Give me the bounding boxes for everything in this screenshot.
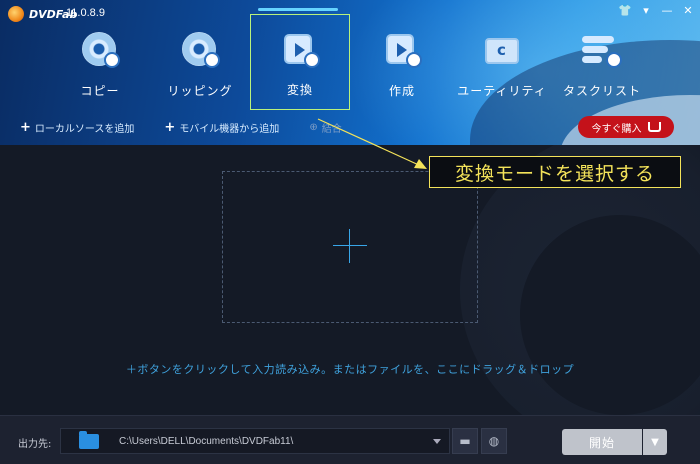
- app-header: DVDFab 11.0.8.9 👕 ▾ — ✕ コピー リッピング 変換 作成 …: [0, 0, 700, 145]
- tab-utility[interactable]: ユーティリティ: [452, 14, 552, 110]
- ripper-disc-icon: [180, 30, 220, 70]
- source-actions: + ローカルソースを追加 + モバイル機器から追加 ⊕ 結合: [20, 120, 342, 135]
- active-tab-indicator: [258, 8, 338, 11]
- chevron-down-icon: ▼: [651, 436, 659, 448]
- tab-label: 変換: [286, 83, 313, 97]
- instruction-callout: 変換モードを選択する: [429, 156, 681, 188]
- tab-creator[interactable]: 作成: [352, 14, 452, 110]
- creator-film-icon: [382, 30, 422, 70]
- tab-copy[interactable]: コピー: [50, 14, 150, 110]
- plus-icon: +: [20, 120, 31, 135]
- action-label: ローカルソースを追加: [34, 124, 135, 135]
- browse-folder-button[interactable]: ▬: [452, 428, 478, 454]
- add-mobile-source-button[interactable]: + モバイル機器から追加: [164, 120, 279, 135]
- tasklist-icon: [582, 30, 622, 70]
- chevron-down-icon[interactable]: [433, 439, 441, 444]
- add-local-source-button[interactable]: + ローカルソースを追加: [20, 120, 134, 135]
- utility-folder-icon: [482, 30, 522, 70]
- output-path-select[interactable]: C:\Users\DELL\Documents\DVDFab11\: [60, 428, 450, 454]
- start-button[interactable]: 開始: [562, 429, 642, 455]
- add-source-plus-icon[interactable]: [333, 245, 367, 246]
- tab-label: コピー: [80, 84, 120, 98]
- open-folder-icon: ▬: [459, 434, 471, 448]
- converter-film-icon: [280, 30, 320, 70]
- plus-icon: +: [164, 120, 176, 135]
- tab-tasklist[interactable]: タスクリスト: [552, 14, 652, 110]
- bottom-bar: 出力先: C:\Users\DELL\Documents\DVDFab11\ ▬…: [0, 415, 700, 464]
- action-label: モバイル機器から追加: [179, 124, 280, 135]
- tab-converter[interactable]: 変換: [250, 14, 350, 110]
- copy-disc-icon: [80, 30, 120, 70]
- buy-now-button[interactable]: 今すぐ購入: [578, 116, 674, 138]
- globe-icon: ◍: [488, 434, 500, 448]
- start-options-button[interactable]: ▼: [643, 429, 667, 455]
- cart-icon: [647, 122, 661, 132]
- merge-icon: ⊕: [309, 122, 318, 133]
- tab-label: ユーティリティ: [457, 84, 547, 98]
- tab-label: タスクリスト: [562, 84, 641, 98]
- globe-button[interactable]: ◍: [481, 428, 507, 454]
- merge-button[interactable]: ⊕ 結合: [309, 120, 341, 135]
- buy-label: 今すぐ購入: [591, 123, 642, 135]
- add-source-plus-icon-vertical[interactable]: [349, 229, 350, 263]
- action-label: 結合: [321, 124, 342, 135]
- output-path: C:\Users\DELL\Documents\DVDFab11\: [119, 435, 294, 447]
- module-tabs: コピー リッピング 変換 作成 ユーティリティ タスクリスト: [44, 14, 684, 114]
- drop-zone[interactable]: [222, 171, 478, 323]
- tab-label: 作成: [388, 84, 415, 98]
- dvdfab-logo-icon: [8, 6, 24, 22]
- output-label: 出力先:: [18, 439, 52, 450]
- drop-hint: ＋ボタンをクリックして入力読み込み。またはファイルを、ここにドラッグ＆ドロップ: [125, 363, 575, 376]
- tab-label: リッピング: [167, 84, 233, 98]
- tab-ripper[interactable]: リッピング: [150, 14, 250, 110]
- folder-icon: [79, 430, 99, 449]
